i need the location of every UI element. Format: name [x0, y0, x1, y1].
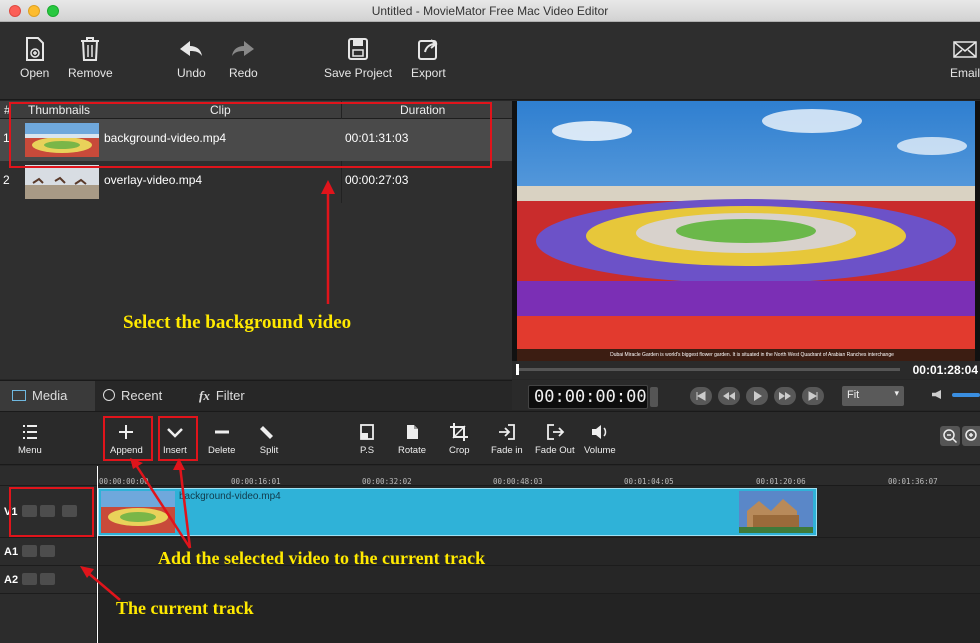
arrow-annotations	[80, 458, 192, 601]
app-window: Untitled - MovieMator Free Mac Video Edi…	[0, 0, 980, 643]
current-track-annotation: The current track	[116, 598, 254, 618]
add-selected-annotation: Add the selected video to the current tr…	[158, 548, 486, 568]
